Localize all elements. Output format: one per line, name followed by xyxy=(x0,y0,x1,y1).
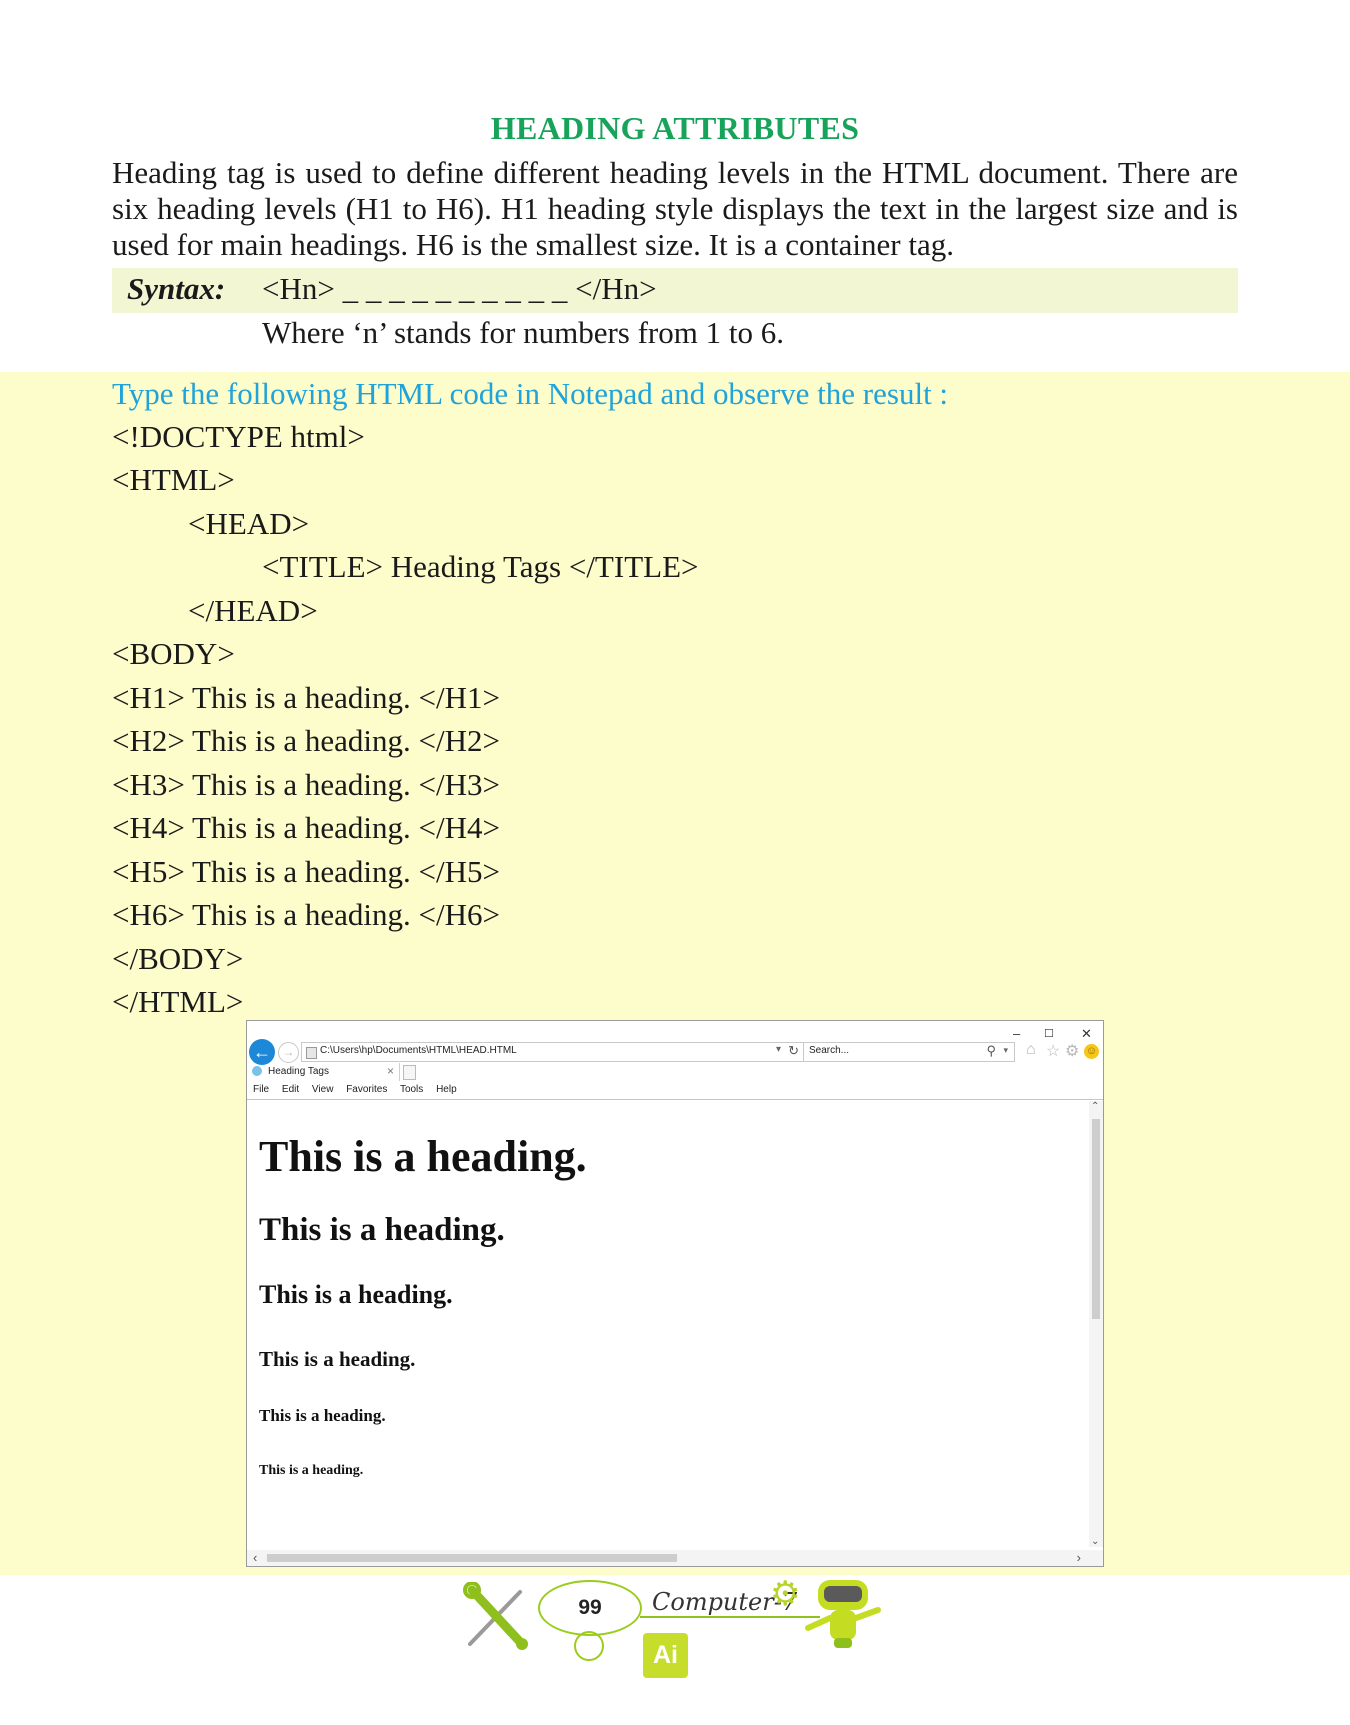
code-line: <TITLE> Heading Tags </TITLE> xyxy=(262,549,699,584)
star-icon[interactable]: ☆ xyxy=(1046,1041,1060,1061)
code-line: <HTML> xyxy=(112,462,235,497)
code-line: <HEAD> xyxy=(188,506,310,541)
tools-icon xyxy=(463,1582,528,1650)
chevron-down-icon[interactable]: ▾ xyxy=(1003,1045,1008,1056)
search-input[interactable]: Search... xyxy=(809,1045,849,1056)
new-tab-button[interactable] xyxy=(403,1065,416,1080)
code-line: <H1> This is a heading. </H1> xyxy=(112,680,500,715)
rendered-h5: This is a heading. xyxy=(259,1406,386,1425)
chevron-down-icon[interactable]: ▾ xyxy=(776,1044,781,1055)
browser-divider xyxy=(247,1099,1103,1100)
home-icon[interactable]: ⌂ xyxy=(1026,1041,1036,1059)
menu-view[interactable]: View xyxy=(312,1084,334,1095)
syntax-note: Where ‘n’ stands for numbers from 1 to 6… xyxy=(262,315,784,350)
code-line: <H3> This is a heading. </H3> xyxy=(112,767,500,802)
horizontal-scroll-thumb[interactable] xyxy=(267,1554,677,1562)
tab-title: Heading Tags xyxy=(268,1066,329,1077)
section-title: HEADING ATTRIBUTES xyxy=(490,110,860,146)
menu-file[interactable]: File xyxy=(253,1084,269,1095)
rendered-h1: This is a heading. xyxy=(259,1132,587,1181)
tab-close-icon[interactable]: × xyxy=(387,1064,394,1078)
code-line: <H5> This is a heading. </H5> xyxy=(112,854,500,889)
code-line: <H6> This is a heading. </H6> xyxy=(112,897,500,932)
exercise-instruction: Type the following HTML code in Notepad … xyxy=(112,376,949,411)
code-line: <H4> This is a heading. </H4> xyxy=(112,810,500,845)
menu-edit[interactable]: Edit xyxy=(282,1084,299,1095)
tab-favicon xyxy=(252,1066,262,1076)
robot-icon xyxy=(805,1580,881,1648)
rendered-h4: This is a heading. xyxy=(259,1347,416,1371)
code-line: </BODY> xyxy=(112,941,244,976)
menu-bar: File Edit View Favorites Tools Help xyxy=(253,1084,467,1095)
footer-line xyxy=(640,1616,820,1618)
browser-window: – ☐ ✕ ← → C:\Users\hp\Documents\HTML\HEA… xyxy=(246,1020,1104,1567)
vertical-scroll-thumb[interactable] xyxy=(1092,1119,1100,1319)
close-button[interactable]: ✕ xyxy=(1081,1026,1092,1042)
mouse-icon xyxy=(574,1631,604,1661)
rendered-h3: This is a heading. xyxy=(259,1280,453,1309)
gear-icon: ⚙ xyxy=(770,1576,801,1613)
search-icon[interactable]: ⚲ xyxy=(986,1043,996,1059)
menu-help[interactable]: Help xyxy=(436,1084,457,1095)
code-line: <BODY> xyxy=(112,636,235,671)
address-bar[interactable]: C:\Users\hp\Documents\HTML\HEAD.HTML ▾ ↻ xyxy=(301,1042,806,1062)
code-line: <H2> This is a heading. </H2> xyxy=(112,723,500,758)
minimize-button[interactable]: – xyxy=(1013,1026,1020,1041)
scroll-right-icon[interactable]: › xyxy=(1077,1550,1081,1565)
scroll-up-icon[interactable]: ⌃ xyxy=(1091,1101,1099,1112)
page-icon xyxy=(306,1047,317,1059)
smiley-icon[interactable]: ☺ xyxy=(1084,1044,1099,1059)
code-line: <!DOCTYPE html> xyxy=(112,419,365,454)
refresh-icon[interactable]: ↻ xyxy=(788,1043,799,1059)
syntax-code: <Hn> _ _ _ _ _ _ _ _ _ _ </Hn> xyxy=(262,271,657,306)
rendered-h6: This is a heading. xyxy=(259,1463,364,1478)
intro-paragraph: Heading tag is used to define different … xyxy=(112,155,1238,262)
scroll-down-icon[interactable]: ⌄ xyxy=(1091,1536,1099,1547)
forward-icon[interactable]: → xyxy=(278,1042,299,1063)
menu-favorites[interactable]: Favorites xyxy=(346,1084,387,1095)
page-number: 99 xyxy=(538,1580,642,1636)
horizontal-scrollbar[interactable]: ‹ › xyxy=(247,1550,1103,1566)
code-line: </HEAD> xyxy=(188,593,318,628)
menu-tools[interactable]: Tools xyxy=(400,1084,423,1095)
address-text: C:\Users\hp\Documents\HTML\HEAD.HTML xyxy=(320,1045,517,1056)
code-line: </HTML> xyxy=(112,984,244,1019)
syntax-label: Syntax: xyxy=(127,271,226,306)
vertical-scrollbar[interactable]: ⌃ ⌄ xyxy=(1089,1101,1103,1547)
back-icon[interactable]: ← xyxy=(249,1039,275,1065)
search-box[interactable]: Search... ⚲ ▾ xyxy=(803,1042,1015,1062)
gear-icon[interactable]: ⚙ xyxy=(1065,1041,1079,1061)
rendered-h2: This is a heading. xyxy=(259,1212,505,1248)
ai-badge: Ai xyxy=(643,1633,688,1678)
scroll-left-icon[interactable]: ‹ xyxy=(253,1550,257,1565)
maximize-button[interactable]: ☐ xyxy=(1044,1027,1054,1040)
browser-tab[interactable]: Heading Tags × xyxy=(249,1063,400,1081)
